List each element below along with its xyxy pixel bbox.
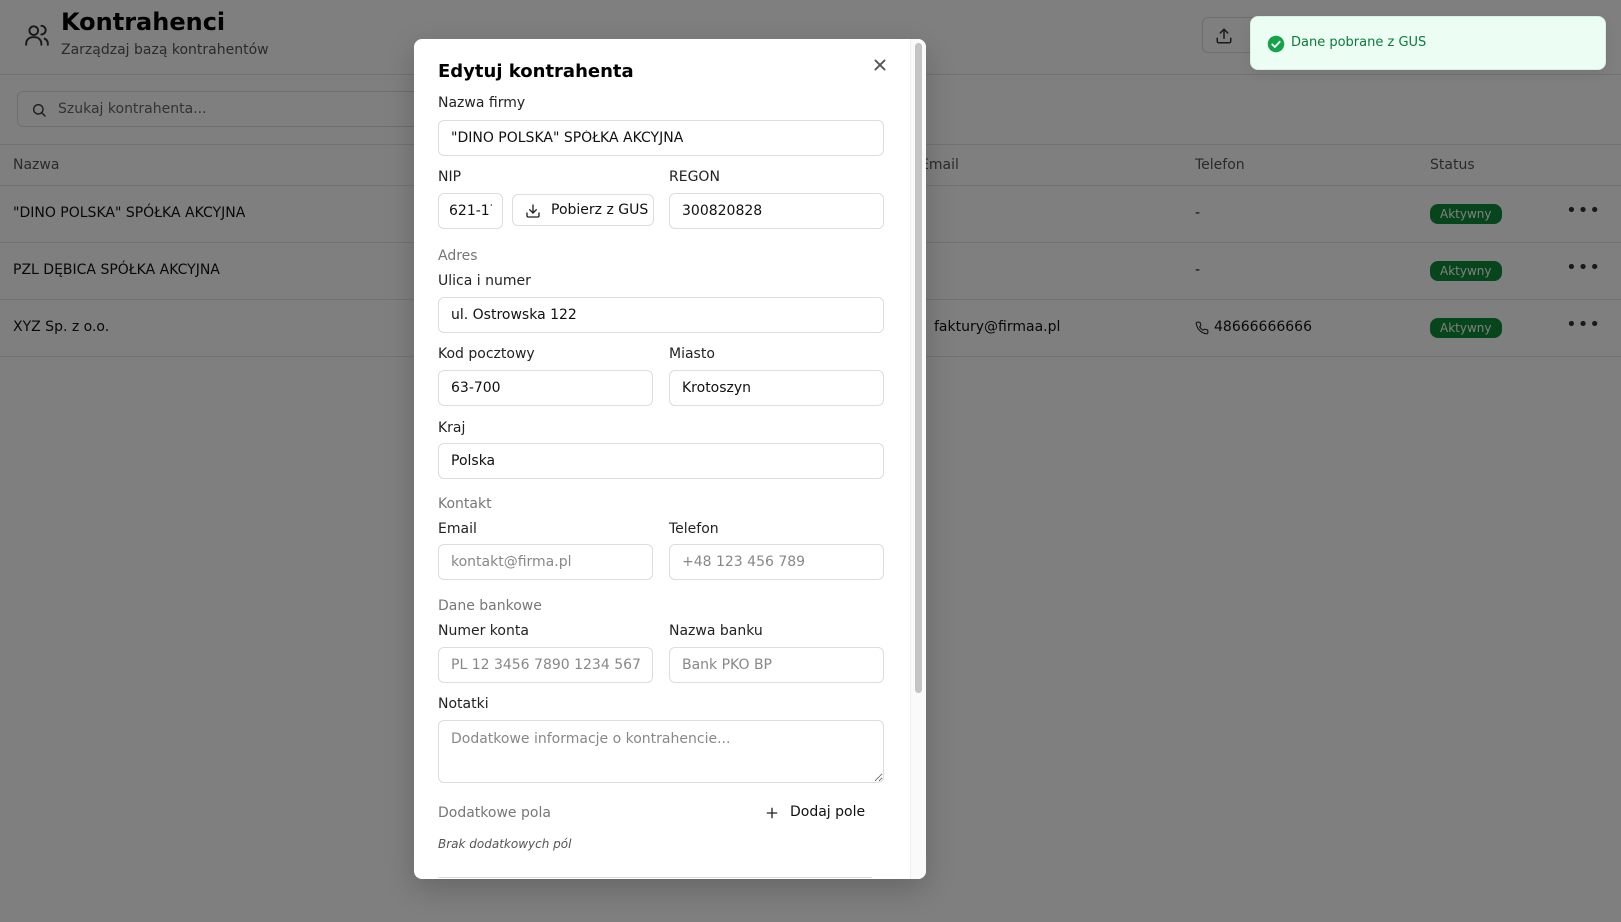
toast-message: Dane pobrane z GUS <box>1291 35 1427 50</box>
company-name-label: Nazwa firmy <box>438 95 526 111</box>
address-section-title: Adres <box>438 248 478 264</box>
nip-label: NIP <box>438 169 462 185</box>
notes-label: Notatki <box>438 696 489 712</box>
fetch-gus-label: Pobierz z GUS <box>551 202 649 218</box>
toast-notification: Dane pobrane z GUS <box>1250 16 1606 70</box>
extra-fields-section-title: Dodatkowe pola <box>438 805 551 821</box>
postal-code-input[interactable] <box>438 370 653 406</box>
close-icon[interactable] <box>869 54 891 76</box>
company-name-input[interactable] <box>438 120 884 156</box>
check-circle-icon <box>1267 35 1285 53</box>
contact-section-title: Kontakt <box>438 496 492 512</box>
bank-name-input[interactable] <box>669 647 884 683</box>
postal-code-label: Kod pocztowy <box>438 346 535 362</box>
download-icon <box>526 204 540 218</box>
email-input[interactable] <box>438 544 653 580</box>
street-label: Ulica i numer <box>438 273 531 289</box>
account-number-input[interactable] <box>438 647 653 683</box>
street-input[interactable] <box>438 297 884 333</box>
city-input[interactable] <box>669 370 884 406</box>
nip-input[interactable] <box>438 193 503 229</box>
edit-contractor-dialog: Edytuj kontrahenta Nazwa firmy NIP Pobie… <box>414 39 926 879</box>
country-input[interactable] <box>438 443 884 479</box>
add-field-label: Dodaj pole <box>790 804 866 820</box>
dialog-title: Edytuj kontrahenta <box>438 61 634 82</box>
phone-label: Telefon <box>669 521 719 537</box>
extra-fields-empty-note: Brak dodatkowych pól <box>438 837 572 851</box>
phone-input[interactable] <box>669 544 884 580</box>
plus-icon <box>766 807 778 819</box>
country-label: Kraj <box>438 420 466 436</box>
account-number-label: Numer konta <box>438 623 529 639</box>
notes-textarea[interactable] <box>438 720 884 783</box>
scrollbar-thumb[interactable] <box>915 43 922 693</box>
divider <box>438 877 872 878</box>
dialog-content: Edytuj kontrahenta Nazwa firmy NIP Pobie… <box>414 39 910 879</box>
bank-name-label: Nazwa banku <box>669 623 763 639</box>
city-label: Miasto <box>669 346 715 362</box>
regon-input[interactable] <box>669 193 884 229</box>
regon-label: REGON <box>669 169 720 185</box>
fetch-gus-button[interactable]: Pobierz z GUS <box>512 194 654 226</box>
email-label: Email <box>438 521 477 537</box>
dialog-scrollbar[interactable] <box>910 39 926 879</box>
bank-section-title: Dane bankowe <box>438 598 542 614</box>
